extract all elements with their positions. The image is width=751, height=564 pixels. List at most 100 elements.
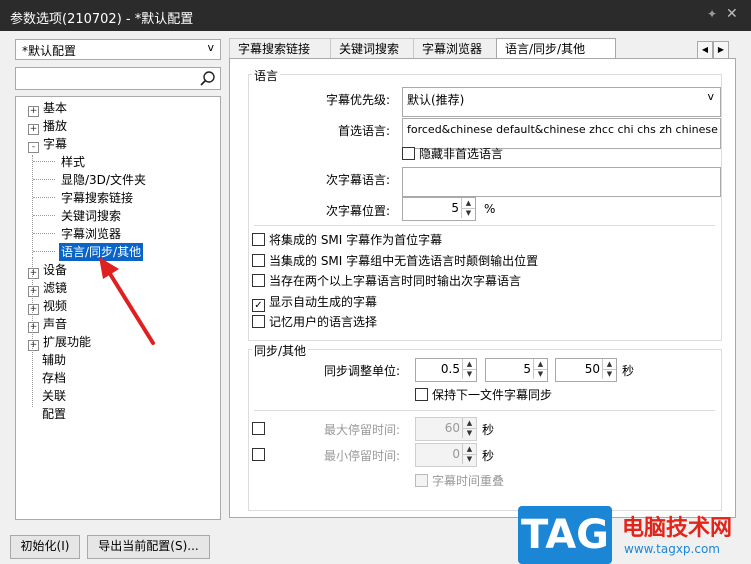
smi-first-checkbox[interactable]: 将集成的 SMI 字幕作为首位字幕 — [252, 232, 442, 248]
init-button[interactable]: 初始化(I) — [10, 535, 80, 559]
pin-icon[interactable]: ✦ — [707, 7, 717, 21]
sync-group-title: 同步/其他 — [252, 342, 309, 359]
preferred-language-label: 首选语言: — [337, 124, 390, 138]
stepper-down-icon[interactable]: ▼ — [462, 428, 476, 438]
window-title: 参数选项(210702) - *默认配置 — [10, 12, 194, 27]
secondary-position-label: 次字幕位置: — [325, 204, 390, 218]
priority-select[interactable]: 默认(推荐) v — [402, 87, 721, 117]
secondary-language-label: 次字幕语言: — [325, 173, 390, 187]
expand-icon[interactable]: + — [28, 124, 39, 135]
smi-reverse-checkbox[interactable]: 当集成的 SMI 字幕组中无首选语言时颠倒输出位置 — [252, 253, 538, 269]
collapse-icon[interactable]: - — [28, 142, 39, 153]
tree-label: 基本 — [43, 101, 68, 115]
checkbox-label: 当集成的 SMI 字幕组中无首选语言时颠倒输出位置 — [269, 254, 539, 268]
checkbox-label: 当存在两个以上字幕语言时同时输出次字幕语言 — [269, 274, 522, 288]
min-duration-unit: 秒 — [482, 449, 495, 463]
search-input[interactable] — [15, 67, 221, 90]
tree-item-show-hide[interactable]: 显隐/3D/文件夹 — [61, 171, 146, 189]
min-duration-stepper[interactable]: 0 ▲ ▼ — [415, 443, 477, 467]
expand-icon[interactable]: + — [28, 340, 39, 351]
annotation-arrow — [99, 257, 155, 345]
tree-item-sub-search-link[interactable]: 字幕搜索链接 — [61, 189, 133, 207]
profile-value: *默认配置 — [22, 44, 77, 58]
max-duration-checkbox[interactable] — [252, 421, 269, 437]
min-duration-label: 最小停留时间: — [323, 449, 400, 463]
watermark-url: www.tagxp.com — [624, 542, 720, 556]
tree-label: 播放 — [43, 119, 68, 133]
expand-icon[interactable]: + — [28, 286, 39, 297]
secondary-position-unit: % — [484, 202, 496, 216]
stepper-value: 0.5 — [440, 362, 460, 376]
tree-item-subtitle[interactable]: - 字幕 — [28, 135, 67, 153]
checkbox-box — [252, 422, 265, 435]
sync-adjust-b-stepper[interactable]: 5 ▲ ▼ — [485, 358, 548, 382]
checkbox-label: 保持下一文件字幕同步 — [432, 388, 553, 402]
checkbox-label: 显示自动生成的字幕 — [269, 295, 378, 309]
expand-icon[interactable]: + — [28, 322, 39, 333]
tree-item-style[interactable]: 样式 — [61, 153, 85, 171]
tree-label: 扩展功能 — [43, 335, 92, 349]
sync-adjust-label: 同步调整单位: — [323, 364, 400, 378]
search-icon[interactable] — [198, 69, 218, 88]
show-auto-generated-checkbox[interactable]: ✓ 显示自动生成的字幕 — [252, 294, 378, 312]
profile-select[interactable]: *默认配置 v — [15, 39, 221, 60]
expand-icon[interactable]: + — [28, 268, 39, 279]
tree-item-config[interactable]: 配置 — [42, 405, 66, 423]
max-duration-unit: 秒 — [482, 423, 495, 437]
expand-icon[interactable]: + — [28, 106, 39, 117]
stepper-down-icon[interactable]: ▼ — [533, 369, 547, 379]
sync-adjust-a-stepper[interactable]: 0.5 ▲ ▼ — [415, 358, 477, 382]
secondary-language-input[interactable] — [402, 167, 721, 197]
tree-label: 滤镜 — [43, 281, 68, 295]
close-icon[interactable]: ✕ — [726, 6, 738, 22]
min-duration-checkbox[interactable] — [252, 447, 269, 463]
stepper-down-icon[interactable]: ▼ — [602, 369, 616, 379]
tree-item-video[interactable]: + 视频 — [28, 297, 67, 315]
checkbox-label: 记忆用户的语言选择 — [269, 315, 378, 329]
tree-item-archive[interactable]: 存档 — [42, 369, 66, 387]
tree-item-basic[interactable]: + 基本 — [28, 99, 67, 117]
export-config-button[interactable]: 导出当前配置(S)... — [87, 535, 210, 559]
keep-sync-checkbox[interactable]: 保持下一文件字幕同步 — [415, 387, 552, 403]
subtitle-overlap-checkbox[interactable]: 字幕时间重叠 — [415, 473, 504, 489]
settings-panel: 语言 字幕优先级: 默认(推荐) v 首选语言: forced&chinese … — [229, 58, 736, 518]
tab-scroll-right-icon[interactable]: ▶ — [713, 41, 729, 59]
checkbox-box — [402, 147, 415, 160]
stepper-down-icon[interactable]: ▼ — [461, 208, 475, 218]
stepper-value: 5 — [523, 362, 531, 376]
max-duration-stepper[interactable]: 60 ▲ ▼ — [415, 417, 477, 441]
checkbox-box — [252, 315, 265, 328]
output-secondary-checkbox[interactable]: 当存在两个以上字幕语言时同时输出次字幕语言 — [252, 273, 521, 289]
tree-item-sub-browser[interactable]: 字幕浏览器 — [61, 225, 121, 243]
tree-item-assist[interactable]: 辅助 — [42, 351, 66, 369]
tree-item-device[interactable]: + 设备 — [28, 261, 67, 279]
stepper-down-icon[interactable]: ▼ — [462, 369, 476, 379]
checkbox-label: 将集成的 SMI 字幕作为首位字幕 — [269, 233, 443, 247]
checkbox-box — [252, 274, 265, 287]
tree-item-extensions[interactable]: + 扩展功能 — [28, 333, 91, 351]
checkmark-icon: ✓ — [252, 299, 265, 312]
expand-icon[interactable]: + — [28, 304, 39, 315]
tree-label: 视频 — [43, 299, 68, 313]
remember-language-checkbox[interactable]: 记忆用户的语言选择 — [252, 314, 377, 330]
checkbox-box — [252, 448, 265, 461]
sync-adjust-c-stepper[interactable]: 50 ▲ ▼ — [555, 358, 617, 382]
tree-label: 声音 — [43, 317, 68, 331]
tree-item-play[interactable]: + 播放 — [28, 117, 67, 135]
tree-item-keyword-search[interactable]: 关键词搜索 — [61, 207, 121, 225]
secondary-position-stepper[interactable]: 5 ▲ ▼ — [402, 197, 476, 221]
tab-lang-sync-other[interactable]: 语言/同步/其他 — [496, 38, 616, 60]
tree-item-assoc[interactable]: 关联 — [42, 387, 66, 405]
chevron-down-icon: v — [207, 41, 214, 54]
tree-item-filter[interactable]: + 滤镜 — [28, 279, 67, 297]
priority-label: 字幕优先级: — [325, 93, 390, 107]
stepper-down-icon[interactable]: ▼ — [462, 454, 476, 464]
hide-non-preferred-checkbox[interactable]: 隐藏非首选语言 — [402, 146, 503, 162]
language-group-title: 语言 — [252, 67, 281, 84]
tree-item-audio[interactable]: + 声音 — [28, 315, 67, 333]
watermark-logo: TAG — [518, 506, 612, 564]
checkbox-box — [415, 474, 428, 487]
tab-scroll-left-icon[interactable]: ◀ — [697, 41, 713, 59]
preferred-language-input[interactable]: forced&chinese default&chinese zhcc chi … — [402, 118, 721, 149]
checkbox-box — [252, 254, 265, 267]
